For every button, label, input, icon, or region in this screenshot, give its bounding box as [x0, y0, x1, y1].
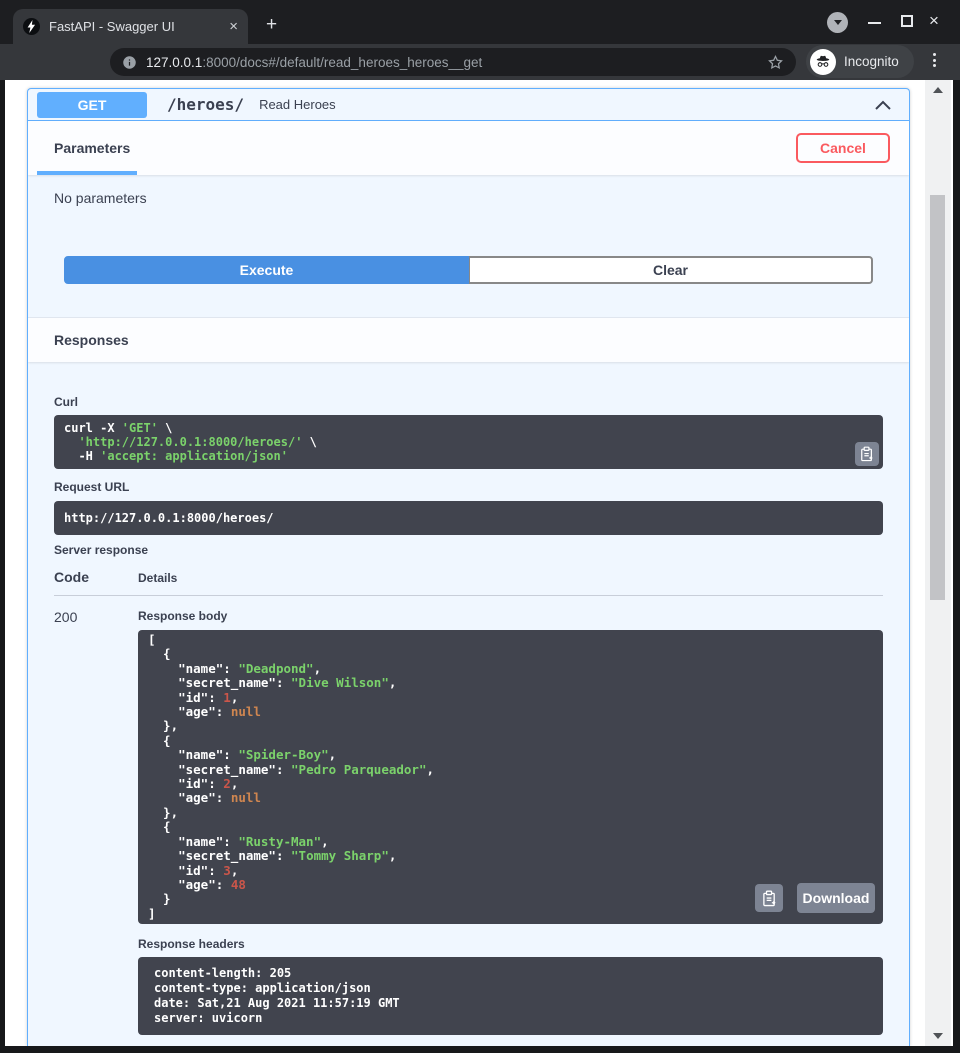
execute-button[interactable]: Execute: [64, 256, 469, 284]
code-column-header: Code: [54, 569, 138, 585]
bookmark-star-icon[interactable]: [767, 54, 784, 71]
browser-titlebar: FastAPI - Swagger UI × + ×: [0, 0, 960, 44]
request-url-text: http://127.0.0.1:8000/heroes/: [64, 511, 873, 525]
response-table-header: Code Details: [54, 569, 883, 596]
url-text: 127.0.0.1:8000/docs#/default/read_heroes…: [146, 55, 758, 70]
scroll-down-arrow-icon[interactable]: [925, 1028, 951, 1044]
tab-title: FastAPI - Swagger UI: [49, 19, 220, 34]
parameters-title: Parameters: [54, 140, 130, 156]
response-body-json: [ { "name": "Deadpond", "secret_name": "…: [148, 633, 873, 921]
responses-title: Responses: [54, 332, 129, 348]
window-close-button[interactable]: ×: [929, 11, 939, 31]
collapse-chevron-icon[interactable]: [875, 100, 891, 110]
response-row: 200 Response body [ { "name": "Deadpond"…: [54, 609, 883, 1035]
url-path: :8000/docs#/default/read_heroes_heroes__…: [202, 55, 482, 70]
request-url-label: Request URL: [54, 480, 883, 494]
copy-response-button[interactable]: [755, 884, 783, 912]
server-response-label: Server response: [54, 543, 883, 557]
response-body-label: Response body: [138, 609, 883, 623]
browser-tab[interactable]: FastAPI - Swagger UI ×: [13, 9, 248, 44]
page-scrollbar[interactable]: [925, 80, 951, 1046]
responses-inner: Curl curl -X 'GET' \ 'http://127.0.0.1:8…: [28, 395, 909, 1035]
curl-command-block: curl -X 'GET' \ 'http://127.0.0.1:8000/h…: [54, 415, 883, 469]
no-parameters-text: No parameters: [28, 175, 909, 206]
parameters-tab-underline: [37, 171, 137, 175]
response-body-block: [ { "name": "Deadpond", "secret_name": "…: [138, 630, 883, 924]
copy-curl-button[interactable]: [855, 442, 879, 466]
operation-description: Read Heroes: [259, 97, 336, 112]
cancel-button[interactable]: Cancel: [796, 133, 890, 163]
operation-summary[interactable]: GET /heroes/ Read Heroes: [28, 89, 909, 121]
new-tab-button[interactable]: +: [266, 15, 277, 34]
request-url-block: http://127.0.0.1:8000/heroes/: [54, 501, 883, 535]
fastapi-favicon-icon: [23, 18, 40, 35]
status-code: 200: [54, 609, 138, 1035]
browser-menu-button[interactable]: [933, 53, 936, 67]
clear-button[interactable]: Clear: [469, 256, 873, 284]
operation-block-get-heroes: GET /heroes/ Read Heroes Parameters Canc…: [27, 88, 910, 1046]
details-column-header: Details: [138, 571, 177, 585]
curl-command-text: curl -X 'GET' \ 'http://127.0.0.1:8000/h…: [64, 421, 849, 463]
incognito-label: Incognito: [844, 54, 899, 69]
window-maximize-button[interactable]: [901, 15, 913, 27]
download-button[interactable]: Download: [797, 883, 875, 913]
execute-row: Execute Clear: [64, 256, 873, 284]
curl-label: Curl: [54, 395, 883, 409]
url-host: 127.0.0.1: [146, 55, 202, 70]
tab-search-button[interactable]: [827, 12, 848, 33]
response-headers-label: Response headers: [138, 937, 883, 951]
responses-section-header: Responses: [28, 318, 909, 362]
swagger-page: GET /heroes/ Read Heroes Parameters Canc…: [5, 80, 953, 1046]
incognito-icon: [810, 49, 836, 75]
parameters-section-header: Parameters Cancel: [28, 121, 909, 175]
scrollbar-thumb[interactable]: [930, 195, 945, 600]
scroll-up-arrow-icon[interactable]: [925, 82, 951, 98]
site-info-icon[interactable]: [122, 55, 137, 70]
operation-path: /heroes/: [167, 95, 244, 114]
response-headers-text: content-length: 205 content-type: applic…: [154, 966, 867, 1026]
window-minimize-button[interactable]: [868, 22, 881, 24]
incognito-badge: Incognito: [806, 45, 914, 78]
tab-close-icon[interactable]: ×: [229, 19, 238, 34]
http-method-badge: GET: [37, 92, 147, 118]
response-headers-block: content-length: 205 content-type: applic…: [138, 957, 883, 1035]
address-bar[interactable]: 127.0.0.1:8000/docs#/default/read_heroes…: [110, 48, 796, 76]
